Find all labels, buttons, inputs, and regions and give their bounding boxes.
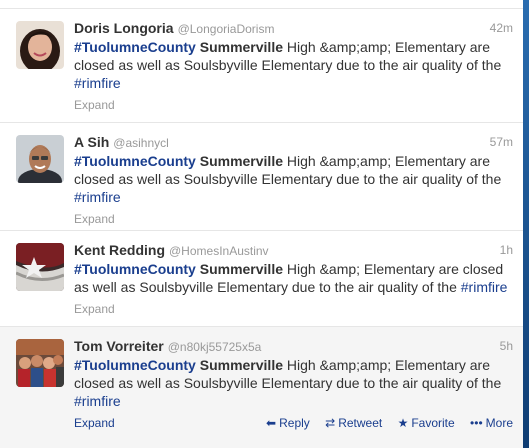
hashtag-link[interactable]: #TuolumneCounty	[74, 261, 196, 277]
highlighted-term: Summerville	[199, 357, 283, 373]
avatar[interactable]	[16, 135, 64, 183]
retweet-icon: ⇄	[325, 416, 336, 430]
tweet-text: #TuolumneCounty Summerville High &amp; E…	[74, 260, 513, 296]
more-label: More	[485, 416, 513, 430]
author-username[interactable]: @asihnycl	[113, 136, 169, 150]
highlighted-term: Summerville	[199, 261, 283, 277]
avatar[interactable]	[16, 243, 64, 291]
hashtag-link[interactable]: #TuolumneCounty	[74, 39, 196, 55]
highlighted-term: Summerville	[199, 153, 283, 169]
author-username[interactable]: @n80kj55725x5a	[168, 340, 262, 354]
hashtag-link[interactable]: #rimfire	[74, 75, 121, 91]
favorite-label: Favorite	[411, 416, 455, 430]
reply-label: Reply	[279, 416, 310, 430]
tweet-item[interactable]: Kent Redding @HomesInAustinv 1h #Tuolumne…	[0, 231, 523, 327]
page-background-strip	[523, 0, 529, 448]
avatar[interactable]	[16, 339, 64, 387]
tweet-text: #TuolumneCounty Summerville High &amp;am…	[74, 38, 513, 92]
ellipsis-icon: •••	[470, 416, 483, 430]
star-icon: ★	[397, 416, 409, 430]
expand-link[interactable]: Expand	[74, 98, 115, 112]
favorite-button[interactable]: ★ Favorite	[398, 415, 455, 431]
expand-link[interactable]: Expand	[74, 212, 115, 226]
author-fullname[interactable]: Doris Longoria	[74, 20, 174, 36]
hashtag-link[interactable]: #rimfire	[74, 393, 121, 409]
author-username[interactable]: @LongoriaDorism	[178, 22, 275, 36]
reply-button[interactable]: ⬅ Reply	[266, 415, 310, 431]
tweet-timestamp[interactable]: 57m	[490, 133, 513, 151]
timeline-top-edge	[0, 0, 523, 9]
author-fullname[interactable]: A Sih	[74, 134, 109, 150]
more-button[interactable]: ••• More	[470, 415, 513, 431]
reply-arrow-icon: ⬅	[266, 416, 277, 430]
tweet-timestamp[interactable]: 1h	[500, 241, 513, 259]
hashtag-link[interactable]: #rimfire	[461, 279, 508, 295]
tweet-actions: ⬅ Reply ⇄ Retweet ★ Favorite ••• More	[254, 415, 513, 431]
highlighted-term: Summerville	[199, 39, 283, 55]
tweet-item[interactable]: Doris Longoria @LongoriaDorism 42m #Tuolu…	[0, 9, 523, 123]
author-fullname[interactable]: Tom Vorreiter	[74, 338, 164, 354]
retweet-button[interactable]: ⇄ Retweet	[325, 415, 382, 431]
author-username[interactable]: @HomesInAustinv	[169, 244, 269, 258]
tweet-item[interactable]: A Sih @asihnycl 57m #TuolumneCounty Summe…	[0, 123, 523, 231]
retweet-label: Retweet	[338, 416, 383, 430]
hashtag-link[interactable]: #TuolumneCounty	[74, 153, 196, 169]
hashtag-link[interactable]: #rimfire	[74, 189, 121, 205]
tweet-timeline: Doris Longoria @LongoriaDorism 42m #Tuolu…	[0, 0, 523, 448]
expand-link[interactable]: Expand	[74, 302, 115, 316]
avatar[interactable]	[16, 21, 64, 69]
hashtag-link[interactable]: #TuolumneCounty	[74, 357, 196, 373]
expand-link[interactable]: Expand	[74, 416, 115, 430]
author-fullname[interactable]: Kent Redding	[74, 242, 165, 258]
tweet-item[interactable]: Tom Vorreiter @n80kj55725x5a 5h #Tuolumne…	[0, 327, 523, 448]
tweet-text: #TuolumneCounty Summerville High &amp;am…	[74, 152, 513, 206]
tweet-timestamp[interactable]: 42m	[490, 19, 513, 37]
tweet-text: #TuolumneCounty Summerville High &amp;am…	[74, 356, 513, 410]
tweet-timestamp[interactable]: 5h	[500, 337, 513, 355]
